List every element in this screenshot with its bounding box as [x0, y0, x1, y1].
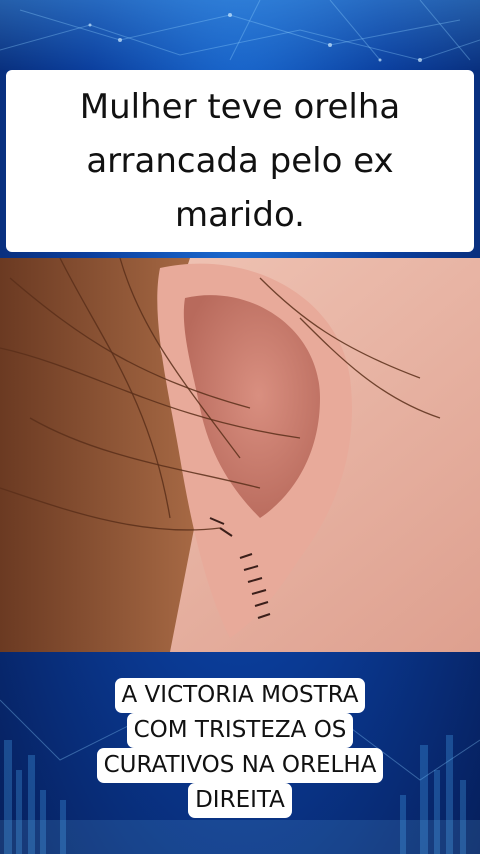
caption-line-2: COM TRISTEZA OS: [126, 713, 354, 748]
caption-line-1: A VICTORIA MOSTRA: [114, 678, 366, 713]
ear-photo: [0, 258, 480, 652]
caption-line-4: DIREITA: [188, 783, 292, 818]
headline-text: Mulher teve orelha arrancada pelo ex mar…: [79, 87, 401, 235]
caption: A VICTORIA MOSTRA COM TRISTEZA OS CURATI…: [0, 678, 480, 818]
caption-line-3: CURATIVOS NA ORELHA: [96, 748, 384, 783]
headline-card: Mulher teve orelha arrancada pelo ex mar…: [6, 70, 474, 252]
caption-box: A VICTORIA MOSTRA COM TRISTEZA OS CURATI…: [96, 678, 384, 818]
